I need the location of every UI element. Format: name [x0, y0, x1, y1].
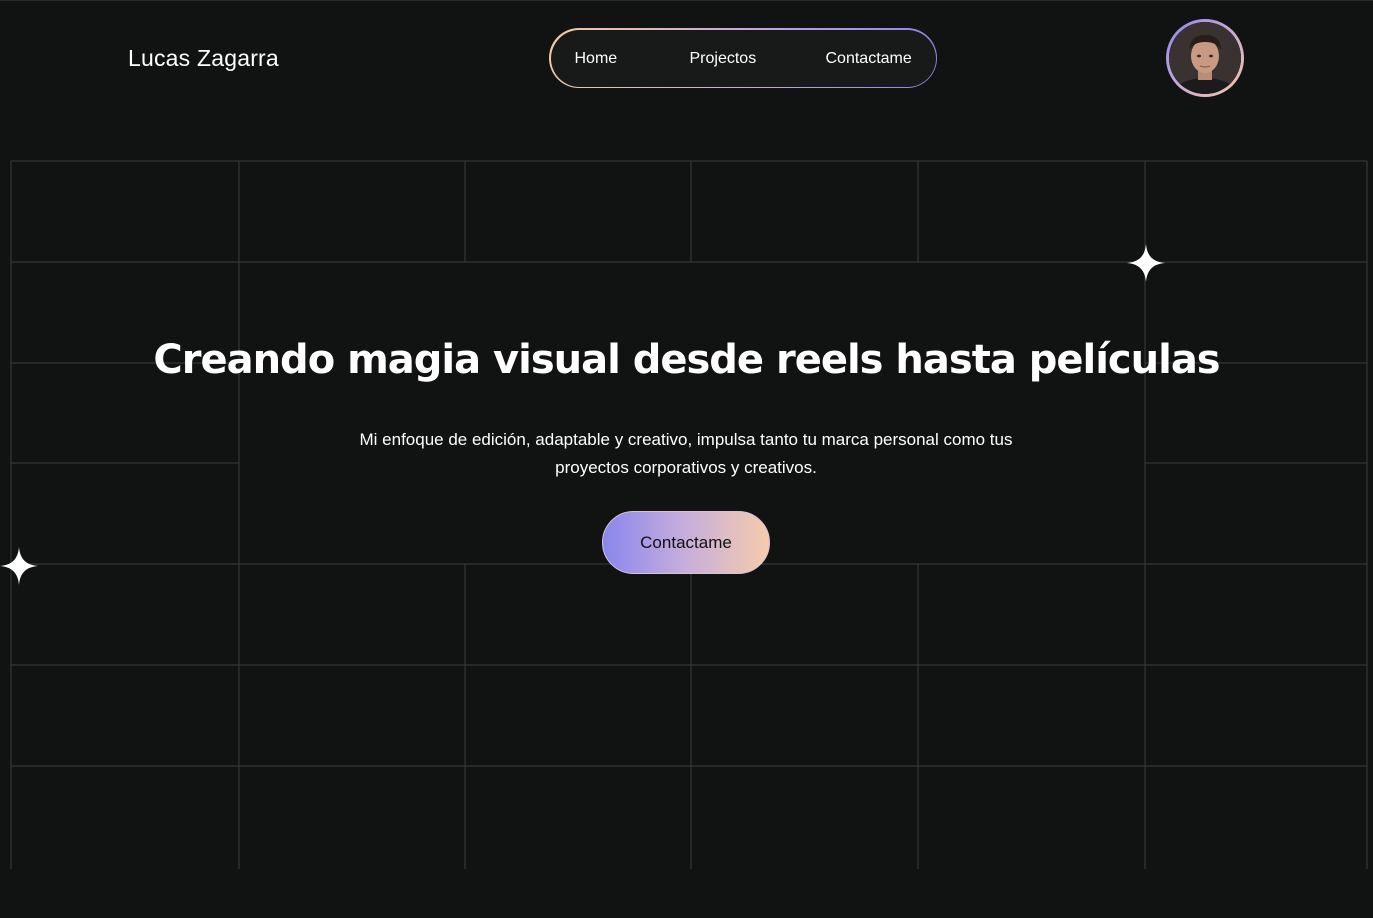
brand-name[interactable]: Lucas Zagarra [128, 45, 279, 72]
nav-home-link[interactable]: Home [575, 50, 618, 68]
sparkle-icon [1127, 244, 1165, 282]
nav-contact-link[interactable]: Contactame [826, 50, 912, 68]
page: Lucas Zagarra Home Projectos Contactame [0, 0, 1373, 918]
avatar[interactable] [1166, 19, 1244, 97]
hero-subtitle: Mi enfoque de edición, adaptable y creat… [359, 430, 1013, 477]
main-nav: Home Projectos Contactame [549, 28, 937, 88]
contact-button[interactable]: Contactame [602, 511, 770, 574]
profile-photo-image [1169, 22, 1241, 94]
nav-pill: Home Projectos Contactame [550, 29, 936, 87]
nav-projects-link[interactable]: Projectos [690, 50, 757, 68]
hero-title: Creando magia visual desde reels hasta p… [153, 337, 1220, 383]
profile-photo [1169, 22, 1241, 94]
sparkle-icon [0, 547, 38, 585]
